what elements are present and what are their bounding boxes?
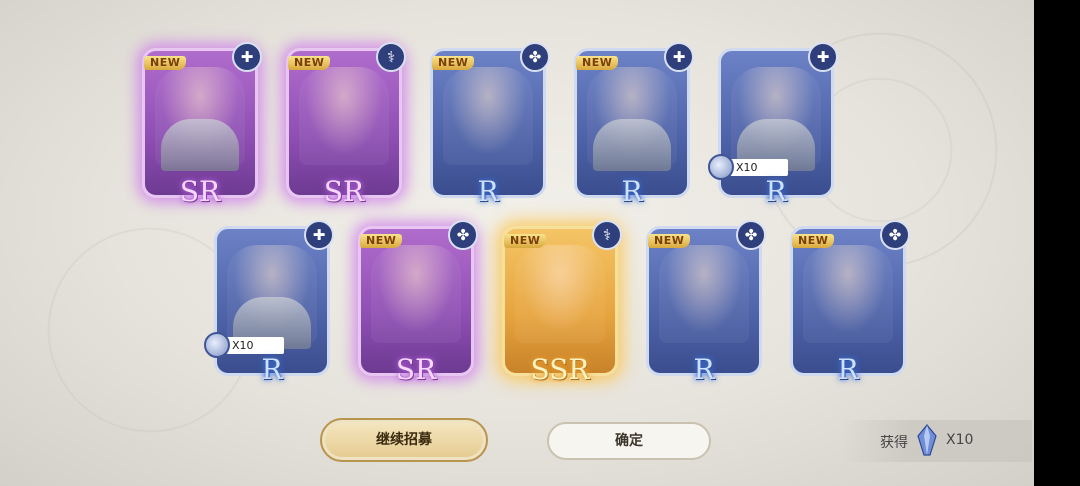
character-card-3[interactable]: NEW ✤ R	[430, 42, 550, 208]
rarity-label: R	[693, 353, 715, 386]
reward-quantity: X10	[946, 432, 974, 448]
rarity-label: SR	[323, 175, 365, 208]
staff-icon: ⚕	[592, 220, 622, 250]
duplicate-count: X10	[730, 159, 788, 176]
character-card-5[interactable]: ✚ X10 R	[708, 42, 838, 208]
new-badge: NEW	[576, 56, 619, 70]
new-badge: NEW	[504, 234, 547, 248]
screen-edge-bar	[1034, 0, 1080, 486]
character-card-6[interactable]: ✚ X10 R	[204, 220, 334, 386]
reward-label: 获得	[880, 435, 908, 451]
new-badge: NEW	[432, 56, 475, 70]
character-card-1[interactable]: NEW ✚ SR	[142, 42, 262, 208]
rarity-label: SR	[179, 175, 221, 208]
shield-icon: ✚	[304, 220, 334, 250]
rarity-label: R	[837, 353, 859, 386]
new-badge: NEW	[648, 234, 691, 248]
character-card-10[interactable]: NEW ✤ R	[790, 220, 910, 386]
recruit-result-screen: NEW ✚ SR NEW ⚕ SR NEW ✤ R NEW ✚ R ✚ X10 …	[0, 0, 1034, 486]
character-card-7[interactable]: NEW ✤ SR	[358, 220, 478, 386]
staff-icon: ⚕	[376, 42, 406, 72]
character-card-2[interactable]: NEW ⚕ SR	[286, 42, 406, 208]
character-card-9[interactable]: NEW ✤ R	[646, 220, 766, 386]
new-badge: NEW	[360, 234, 403, 248]
character-card-4[interactable]: NEW ✚ R	[574, 42, 694, 208]
confirm-button[interactable]: 确定	[547, 422, 711, 460]
new-badge: NEW	[288, 56, 331, 70]
magic-icon: ✤	[520, 42, 550, 72]
reward-summary: 获得 X10	[842, 420, 1032, 462]
shield-icon: ✚	[232, 42, 262, 72]
duplicate-count: X10	[226, 337, 284, 354]
shield-icon: ✚	[808, 42, 838, 72]
rarity-label: R	[765, 175, 787, 208]
crystal-icon	[917, 424, 937, 456]
shield-icon: ✚	[664, 42, 694, 72]
magic-icon: ✤	[736, 220, 766, 250]
magic-icon: ✤	[448, 220, 478, 250]
rarity-label: R	[261, 353, 283, 386]
rarity-label: SSR	[530, 353, 590, 386]
new-badge: NEW	[792, 234, 835, 248]
rarity-label: R	[621, 175, 643, 208]
continue-recruit-button[interactable]: 继续招募	[320, 418, 488, 462]
rarity-label: SR	[395, 353, 437, 386]
character-card-8[interactable]: NEW ⚕ SSR	[502, 220, 622, 386]
magic-icon: ✤	[880, 220, 910, 250]
new-badge: NEW	[144, 56, 187, 70]
rarity-label: R	[477, 175, 499, 208]
